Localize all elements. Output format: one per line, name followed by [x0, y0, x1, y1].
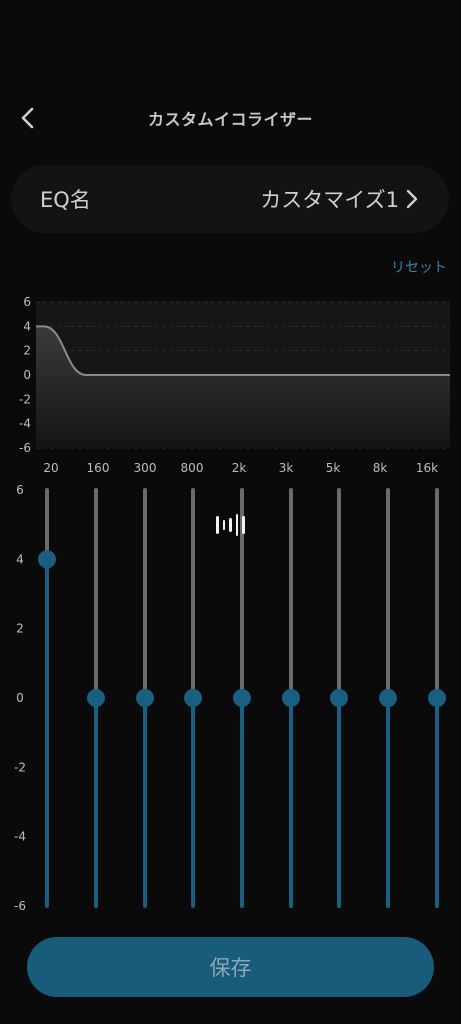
eq-slider-800[interactable]	[184, 488, 202, 908]
slider-thumb[interactable]	[184, 689, 202, 707]
save-button[interactable]: 保存	[27, 937, 434, 997]
eq-name-value-group: カスタマイズ1	[260, 184, 419, 214]
graph-x-tick-label: 300	[134, 461, 157, 475]
graph-x-tick-label: 160	[87, 461, 110, 475]
graph-x-tick-label: 16k	[416, 461, 438, 475]
graph-x-ticks: 20 160 300 800 2k 3k 5k 8k 16k	[43, 461, 438, 475]
eq-slider-160[interactable]	[87, 488, 105, 908]
slider-y-tick-label: 2	[16, 622, 24, 636]
eq-slider-2k[interactable]	[233, 488, 251, 908]
eq-slider-5k[interactable]	[330, 488, 348, 908]
slider-thumb[interactable]	[379, 689, 397, 707]
eq-name-row[interactable]: EQ名 カスタマイズ1	[11, 165, 449, 233]
graph-y-tick-label: 4	[23, 319, 31, 333]
graph-x-tick-label: 8k	[373, 461, 388, 475]
reset-button[interactable]: リセット	[391, 257, 447, 277]
slider-y-tick-label: -2	[14, 760, 26, 774]
eq-slider-300[interactable]	[136, 488, 154, 908]
slider-y-tick-label: 0	[16, 691, 24, 705]
eq-slider-16k[interactable]	[428, 488, 446, 908]
graph-y-tick-label: -4	[19, 417, 31, 431]
slider-y-tick-label: 4	[16, 552, 24, 566]
graph-x-tick-label: 3k	[279, 461, 294, 475]
slider-y-tick-label: 6	[16, 483, 24, 497]
slider-y-ticks: 6 4 2 0 -2 -4 -6	[14, 483, 26, 912]
graph-x-tick-label: 2k	[232, 461, 247, 475]
graph-x-tick-label: 20	[43, 461, 58, 475]
slider-y-tick-label: -6	[14, 899, 26, 912]
slider-y-tick-label: -4	[14, 830, 26, 844]
chevron-right-icon	[406, 189, 418, 209]
graph-x-tick-label: 5k	[326, 461, 341, 475]
eq-curve-graph: 6420-2-4-6 20 160 300 800 2k 3k 5k 8k 16k	[19, 295, 450, 475]
eq-slider-20[interactable]	[38, 488, 56, 908]
slider-thumb[interactable]	[330, 689, 348, 707]
slider-thumb[interactable]	[87, 689, 105, 707]
graph-x-tick-label: 800	[181, 461, 204, 475]
slider-tracks	[38, 488, 446, 908]
slider-thumb[interactable]	[38, 550, 56, 569]
graph-y-tick-label: -2	[19, 392, 31, 406]
slider-thumb[interactable]	[428, 689, 446, 707]
slider-thumb[interactable]	[233, 689, 251, 707]
page-title: カスタムイコライザー	[147, 110, 313, 129]
eq-slider-3k[interactable]	[282, 488, 300, 908]
eq-name-label: EQ名	[40, 188, 91, 212]
slider-thumb[interactable]	[136, 689, 154, 707]
graph-y-tick-label: -6	[19, 441, 31, 455]
eq-sliders: 6 4 2 0 -2 -4 -6	[14, 483, 446, 912]
graph-y-tick-label: 0	[23, 368, 31, 382]
slider-thumb[interactable]	[282, 689, 300, 707]
graph-y-tick-label: 2	[23, 344, 31, 358]
eq-name-value: カスタマイズ1	[260, 188, 399, 212]
graph-y-ticks: 6 4 2 0 -2 -4 -6	[19, 295, 31, 455]
graph-y-tick-label: 6	[23, 295, 31, 309]
eq-slider-8k[interactable]	[379, 488, 397, 908]
